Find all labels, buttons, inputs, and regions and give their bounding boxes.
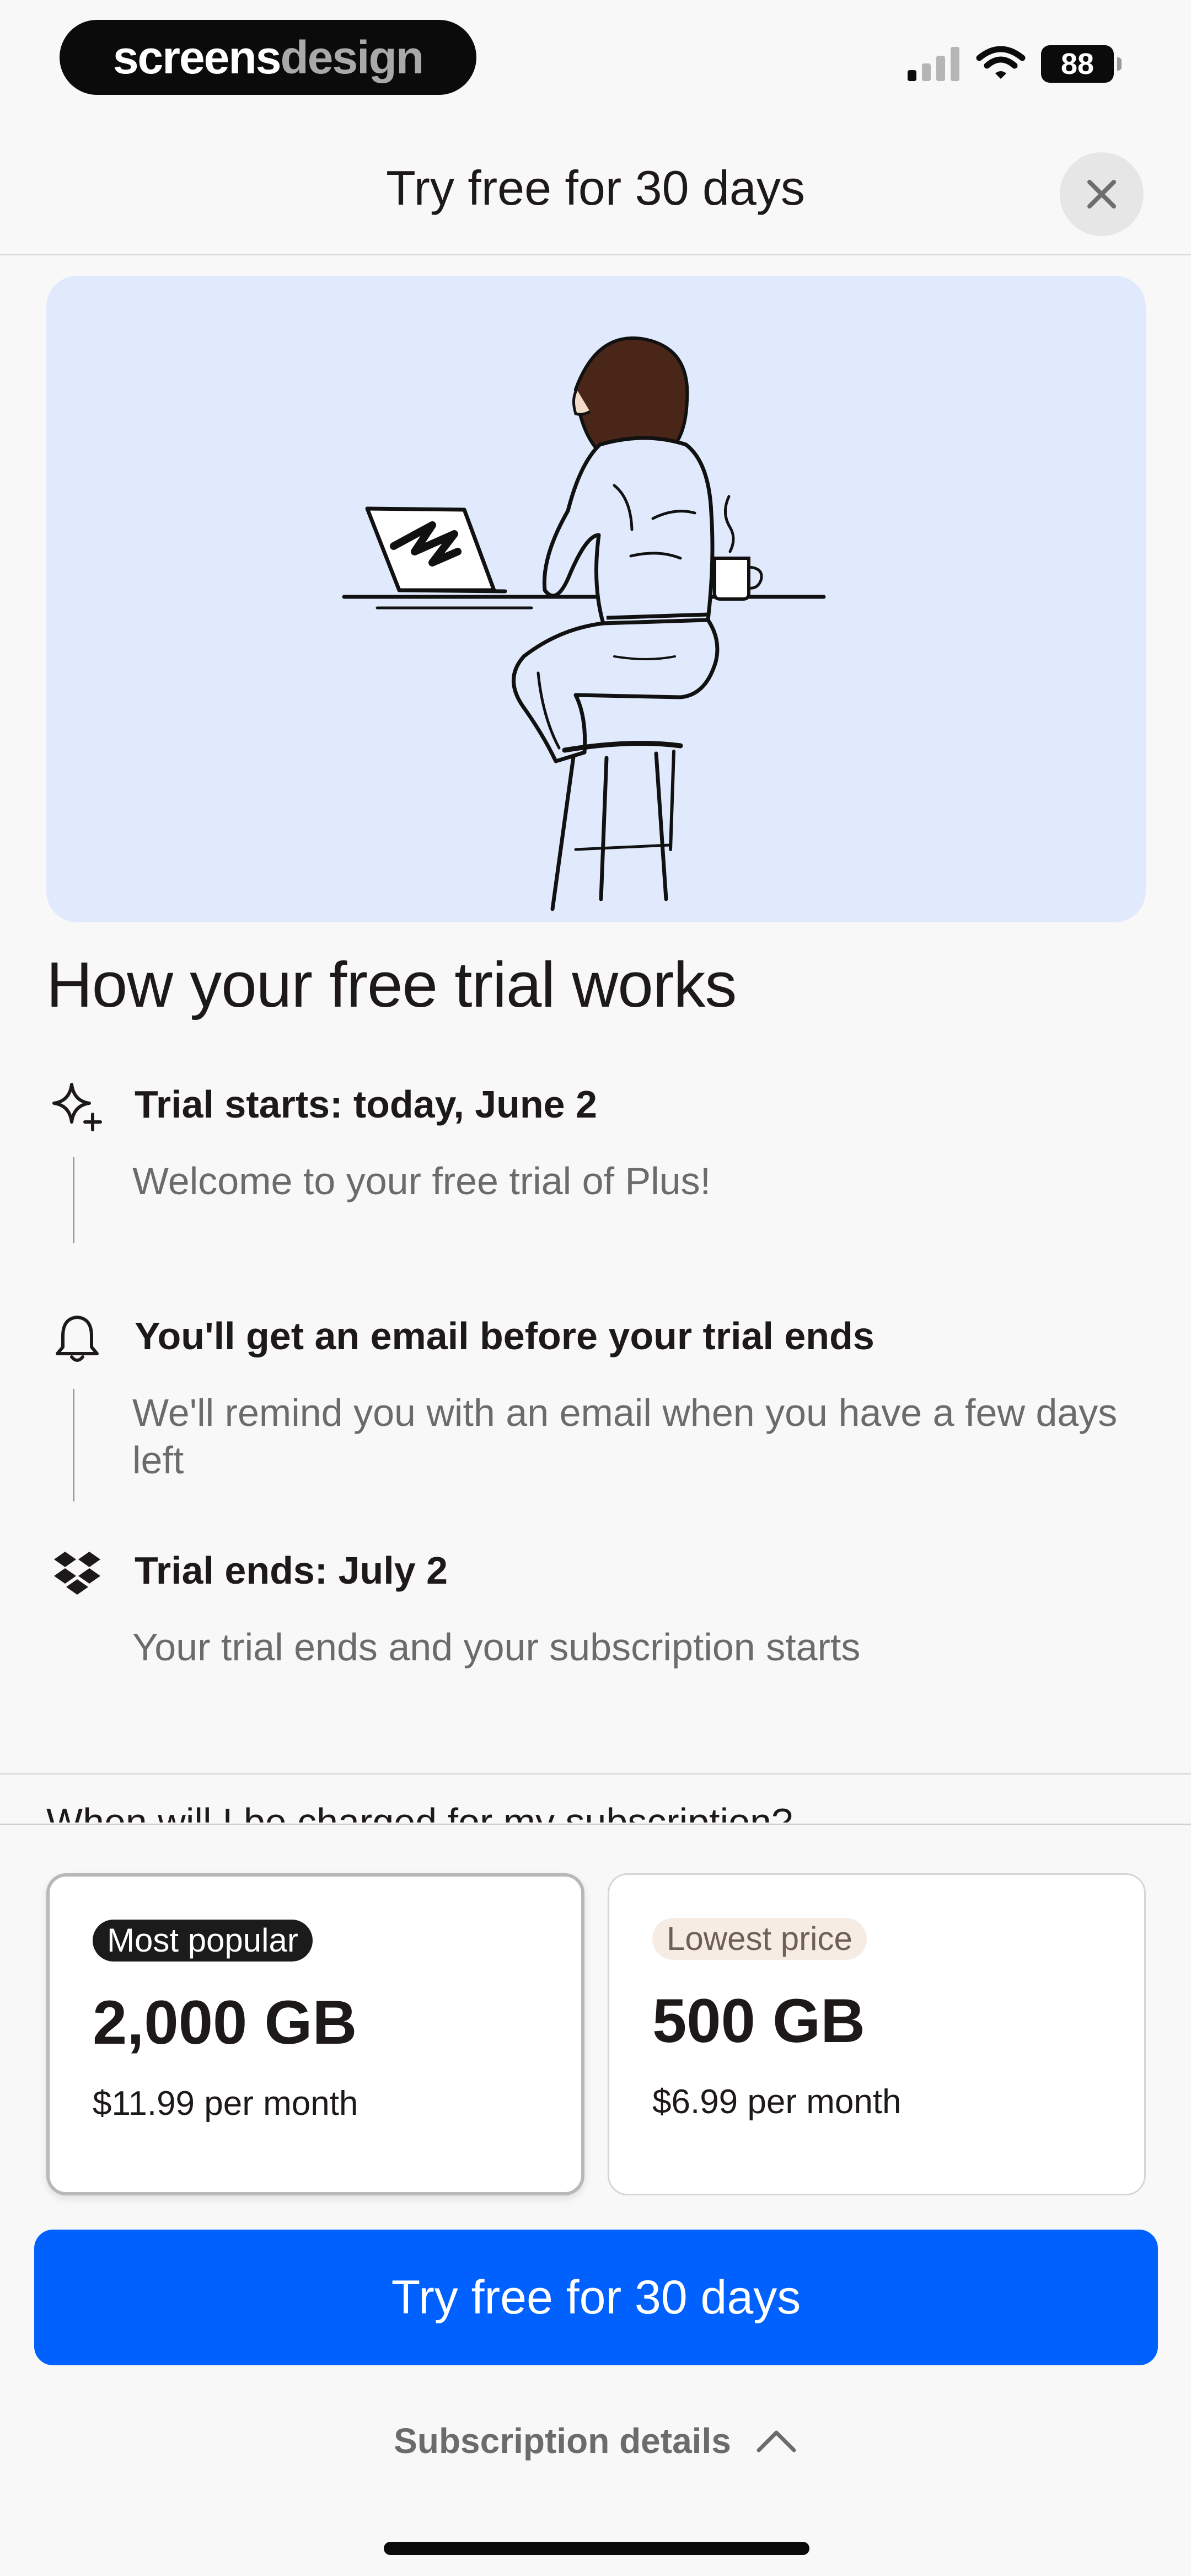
plan-price: $11.99 per month bbox=[93, 2085, 358, 2123]
plan-storage: 2,000 GB bbox=[93, 1988, 357, 2057]
close-icon bbox=[1087, 180, 1116, 209]
brand-logo-part1: screens bbox=[112, 31, 282, 83]
dropbox-icon bbox=[46, 1542, 108, 1604]
lowest-price-badge: Lowest price bbox=[652, 1918, 867, 1960]
status-icons: 88 bbox=[908, 42, 1122, 86]
step-description: Welcome to your free trial of Plus! bbox=[132, 1159, 711, 1203]
step-title: Trial starts: today, June 2 bbox=[135, 1083, 597, 1126]
wifi-icon bbox=[976, 45, 1026, 84]
chevron-up-icon bbox=[757, 2430, 796, 2452]
plan-price: $6.99 per month bbox=[652, 2083, 902, 2121]
signal-icon bbox=[908, 45, 961, 84]
faq-question-peek: When will I be charged for my subscripti… bbox=[46, 1800, 793, 1823]
step-title: You'll get an email before your trial en… bbox=[135, 1314, 875, 1358]
brand-logo: screens design bbox=[60, 20, 476, 95]
home-indicator bbox=[384, 2542, 809, 2555]
step-description: We'll remind you with an email when you … bbox=[132, 1391, 1118, 1482]
most-popular-badge: Most popular bbox=[93, 1920, 313, 1962]
header-divider bbox=[0, 254, 1191, 255]
plan-card-500gb[interactable]: Lowest price 500 GB $6.99 per month bbox=[608, 1873, 1146, 2195]
plan-card-2000gb[interactable]: Most popular 2,000 GB $11.99 per month bbox=[46, 1873, 584, 2195]
header: Try free for 30 days bbox=[0, 138, 1191, 254]
step-title: Trial ends: July 2 bbox=[135, 1549, 448, 1592]
woman-at-laptop-illustration bbox=[342, 336, 826, 911]
battery-icon: 88 bbox=[1041, 45, 1122, 83]
page-title: Try free for 30 days bbox=[386, 161, 805, 215]
section-title: How your free trial works bbox=[46, 949, 737, 1020]
subscription-details-label: Subscription details bbox=[394, 2421, 731, 2461]
step-description: Your trial ends and your subscription st… bbox=[132, 1626, 861, 1669]
step-connector bbox=[73, 1157, 74, 1243]
trial-step-end: Trial ends: July 2 Your trial ends and y… bbox=[46, 1542, 1149, 1707]
try-free-button[interactable]: Try free for 30 days bbox=[34, 2230, 1158, 2365]
trial-step-email: You'll get an email before your trial en… bbox=[46, 1307, 1149, 1517]
step-connector bbox=[73, 1389, 74, 1501]
trial-step-start: Trial starts: today, June 2 Welcome to y… bbox=[46, 1076, 1149, 1269]
section-divider bbox=[0, 1773, 1191, 1775]
paywall-screen: screens design 88 Try free for 30 days H… bbox=[0, 0, 1191, 2576]
plan-storage: 500 GB bbox=[652, 1986, 865, 2055]
brand-logo-part2: design bbox=[280, 31, 424, 83]
close-button[interactable] bbox=[1060, 152, 1144, 236]
status-bar: screens design 88 bbox=[0, 0, 1191, 121]
plan-sheet-divider bbox=[0, 1824, 1191, 1825]
sparkle-icon bbox=[46, 1076, 108, 1137]
subscription-details-toggle[interactable]: Subscription details bbox=[0, 2420, 1191, 2461]
hero-illustration bbox=[46, 276, 1146, 922]
bell-icon bbox=[46, 1307, 108, 1369]
